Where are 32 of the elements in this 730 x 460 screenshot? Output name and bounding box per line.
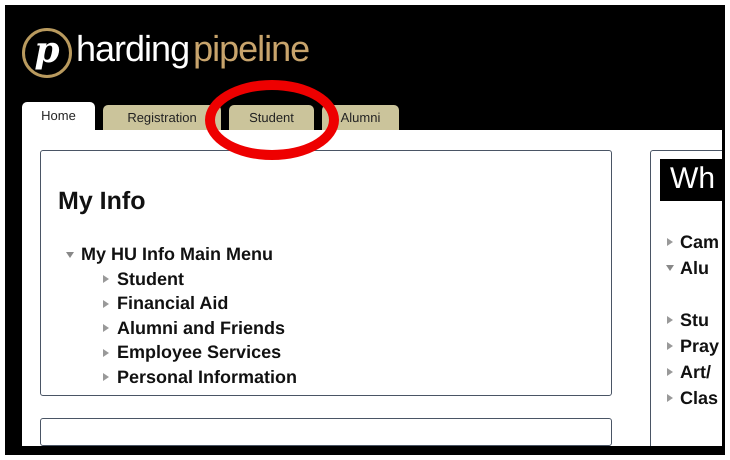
menu-link[interactable]: My HU Info Main Menu (81, 241, 273, 268)
collapsed-caret-icon[interactable] (666, 342, 674, 350)
collapsed-caret-icon[interactable] (102, 324, 110, 332)
logo-mark: p (22, 28, 72, 78)
collapsed-caret-icon[interactable] (666, 316, 674, 324)
menu-link[interactable]: Cam (680, 228, 720, 256)
menu-link[interactable]: Stu (680, 306, 709, 334)
collapsed-caret-icon[interactable] (102, 275, 110, 284)
collapsed-caret-icon[interactable] (666, 394, 674, 402)
collapsed-caret-icon[interactable] (666, 368, 674, 376)
menu-link[interactable]: Personal Information (117, 364, 298, 391)
tab[interactable]: Registration (103, 105, 221, 130)
logo-text: pipeline (193, 31, 310, 71)
menu-link[interactable]: Art/ (680, 358, 711, 386)
tab[interactable]: Student (229, 105, 314, 130)
tab[interactable]: Home (22, 102, 95, 130)
expanded-caret-icon[interactable] (666, 264, 674, 272)
menu-link[interactable]: Alu (680, 254, 709, 282)
expanded-caret-icon[interactable] (66, 250, 74, 259)
menu-link[interactable]: Pray (680, 332, 720, 360)
collapsed-caret-icon[interactable] (102, 373, 110, 382)
menu-link[interactable]: Financial Aid (117, 290, 228, 318)
menu-link[interactable]: Clas (680, 384, 718, 412)
menu-link[interactable]: Alumni and Friends (117, 314, 286, 342)
card-title: My Info (58, 186, 146, 217)
collapsed-caret-icon[interactable] (102, 300, 110, 308)
menu-link[interactable]: Employee Services (117, 339, 282, 366)
collapsed-caret-icon[interactable] (666, 238, 674, 246)
menu-link[interactable]: Student (117, 266, 184, 293)
logo-text: harding (76, 31, 190, 71)
panel-title: Wh (660, 159, 722, 201)
collapsed-caret-icon[interactable] (102, 348, 110, 357)
